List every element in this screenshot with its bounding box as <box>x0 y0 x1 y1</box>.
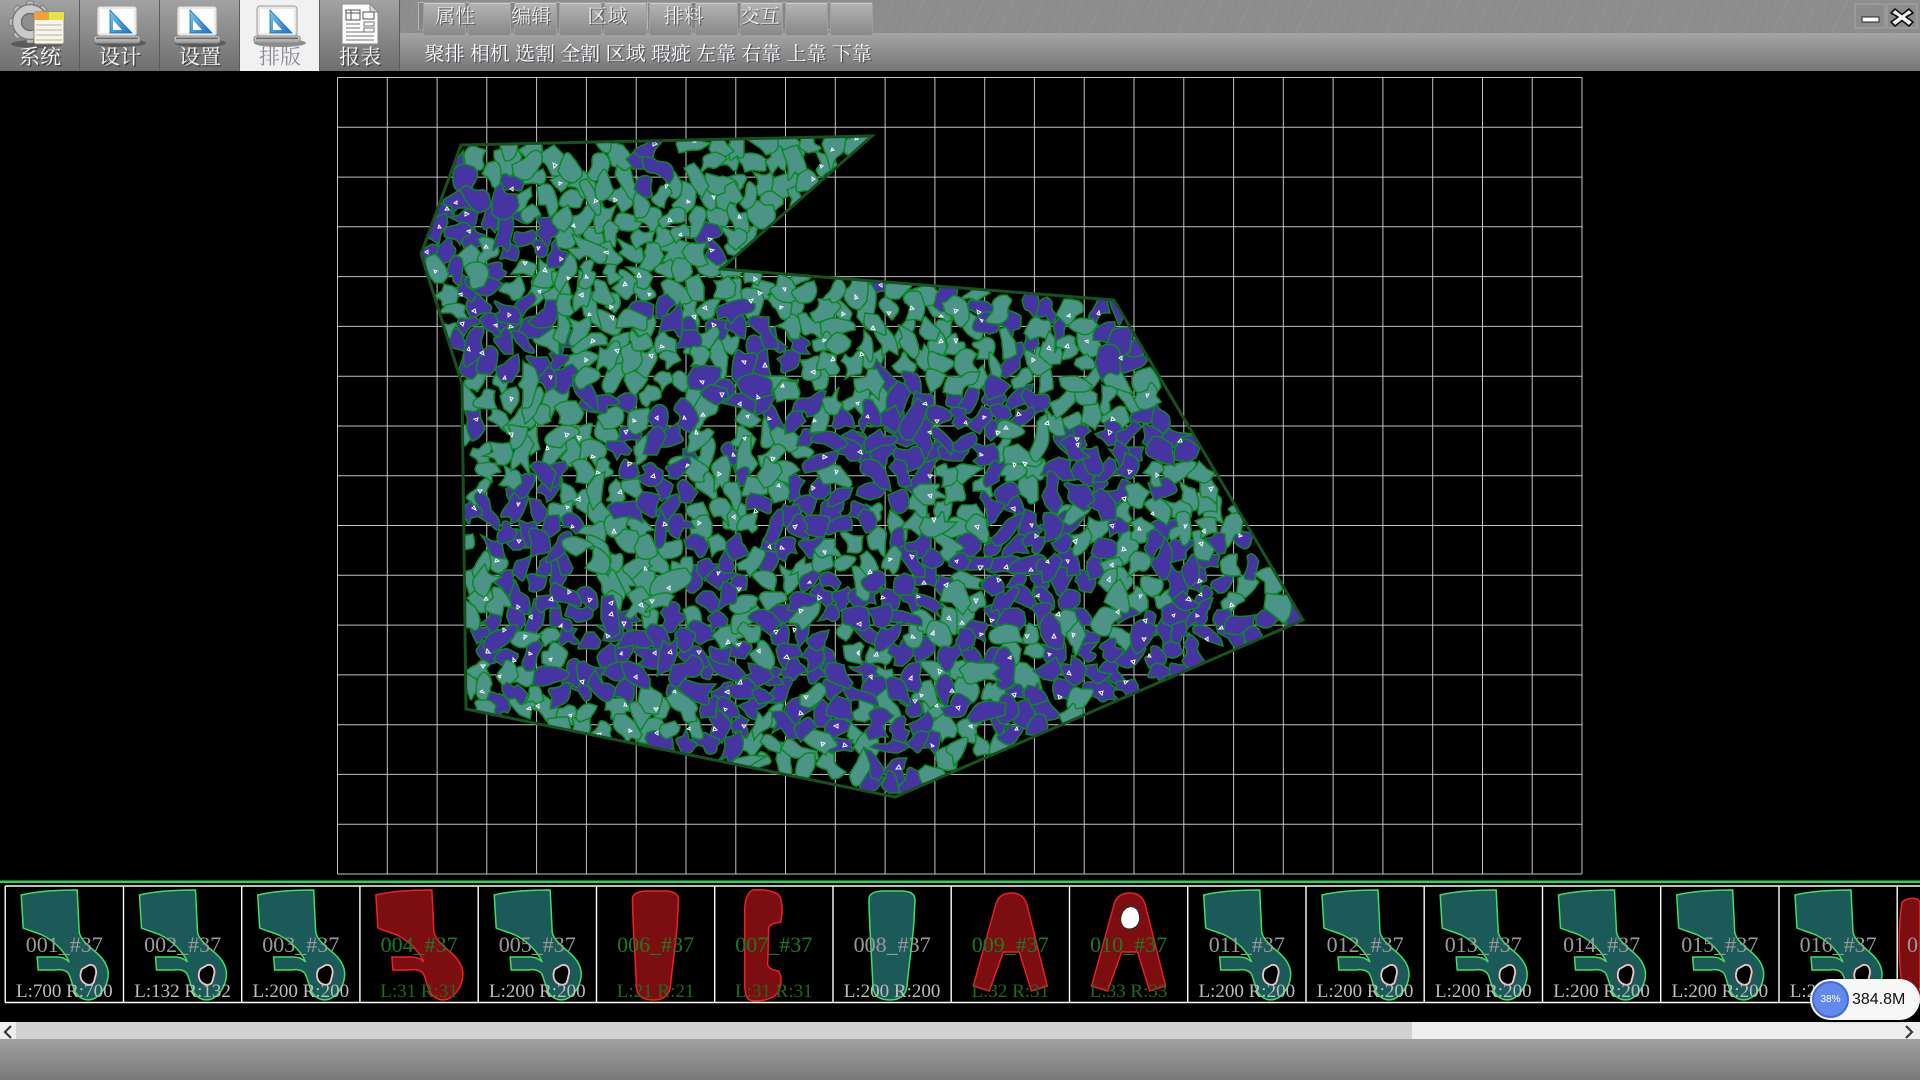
svg-text:012_#37: 012_#37 <box>1327 932 1404 957</box>
svg-text:008_#37: 008_#37 <box>854 932 931 957</box>
svg-text:003_#37: 003_#37 <box>262 932 339 957</box>
svg-text:013_#37: 013_#37 <box>1445 932 1522 957</box>
svg-text:L:21 R:21: L:21 R:21 <box>617 981 695 1002</box>
svg-text:L:31 R:31: L:31 R:31 <box>380 981 458 1002</box>
svg-text:L:32 R:31: L:32 R:31 <box>972 981 1050 1002</box>
svg-text:L:200 R:200: L:200 R:200 <box>844 981 941 1002</box>
svg-text:006_#37: 006_#37 <box>617 932 694 957</box>
svg-text:015_#37: 015_#37 <box>1681 932 1758 957</box>
svg-text:L:200 R:200: L:200 R:200 <box>1553 981 1650 1002</box>
svg-text:009_#37: 009_#37 <box>972 932 1049 957</box>
svg-text:L:31 R:31: L:31 R:31 <box>735 981 813 1002</box>
svg-text:L:200 R:200: L:200 R:200 <box>1317 981 1414 1002</box>
svg-text:010_#37: 010_#37 <box>1090 932 1167 957</box>
svg-text:016_#37: 016_#37 <box>1800 932 1877 957</box>
svg-text:011_#37: 011_#37 <box>1209 932 1285 957</box>
svg-text:L:200 R:200: L:200 R:200 <box>253 981 350 1002</box>
svg-text:0: 0 <box>1907 932 1918 957</box>
svg-text:L:200 R:200: L:200 R:200 <box>1672 981 1769 1002</box>
svg-text:L:33 R:33: L:33 R:33 <box>1090 981 1168 1002</box>
svg-text:L:200 R:200: L:200 R:200 <box>489 981 586 1002</box>
svg-text:001_#37: 001_#37 <box>26 932 103 957</box>
svg-text:L:200 R:200: L:200 R:200 <box>1435 981 1532 1002</box>
svg-text:L:132 R:132: L:132 R:132 <box>134 981 231 1002</box>
svg-text:002_#37: 002_#37 <box>144 932 221 957</box>
svg-text:014_#37: 014_#37 <box>1563 932 1640 957</box>
svg-text:004_#37: 004_#37 <box>381 932 458 957</box>
svg-text:L:200 R:200: L:200 R:200 <box>1199 981 1296 1002</box>
svg-text:007_#37: 007_#37 <box>735 932 812 957</box>
svg-text:L:700 R:700: L:700 R:700 <box>16 981 113 1002</box>
svg-text:005_#37: 005_#37 <box>499 932 576 957</box>
